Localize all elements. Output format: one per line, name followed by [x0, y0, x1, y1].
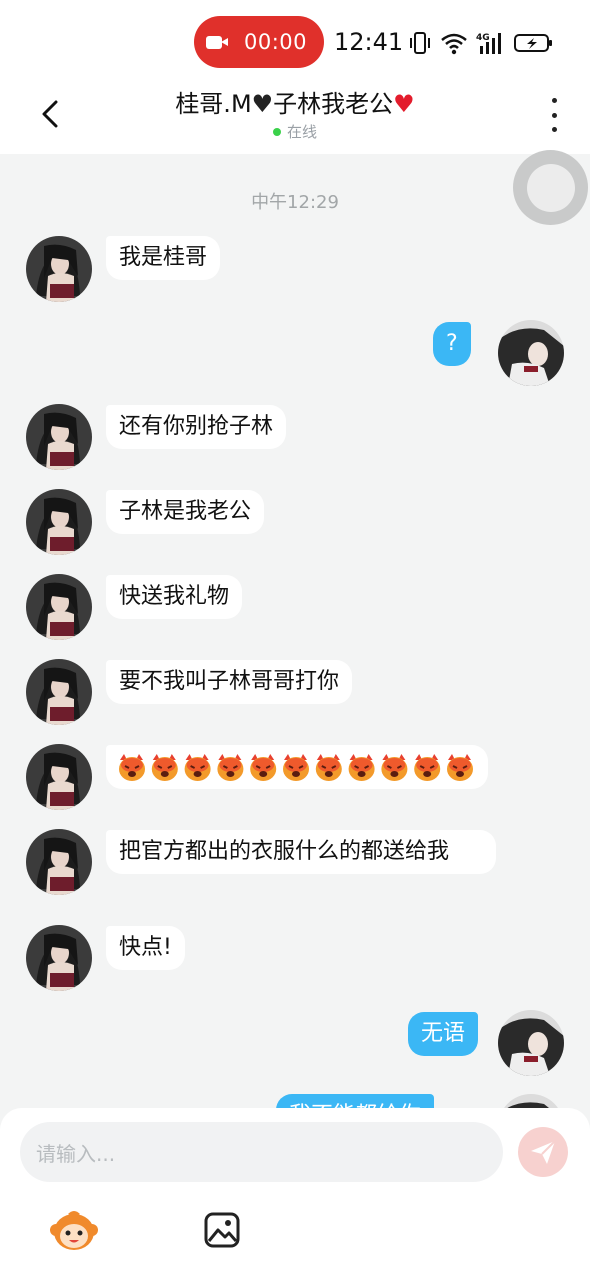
vibrate-icon: [410, 32, 430, 54]
monkey-mascot-icon[interactable]: [50, 1208, 98, 1252]
recording-timer: 00:00: [244, 30, 308, 54]
angry-face-emoji-row: [119, 754, 473, 781]
composer-panel: 请输入...: [0, 1108, 590, 1280]
angry-face-emoji: [447, 754, 473, 781]
contact-avatar[interactable]: [26, 659, 92, 725]
send-button[interactable]: [518, 1127, 568, 1177]
message-bubble-incoming[interactable]: 还有你别抢子林: [106, 405, 287, 449]
message-bubble-incoming[interactable]: 子林是我老公: [106, 490, 265, 534]
status-clock: 12:41: [334, 28, 404, 56]
message-timestamp: 中午12:29: [251, 192, 339, 213]
presence-status: 在线: [272, 121, 317, 142]
online-dot: [272, 127, 281, 136]
my-avatar[interactable]: [498, 320, 564, 386]
image-picker-icon[interactable]: [203, 1211, 241, 1249]
chat-header: 桂哥.M♥子林我老公♥ 在线: [0, 78, 590, 154]
contact-avatar[interactable]: [26, 925, 92, 991]
contact-avatar[interactable]: [26, 489, 92, 555]
contact-name[interactable]: 桂哥.M♥子林我老公♥: [0, 84, 590, 119]
video-camera-icon: [206, 34, 230, 50]
angry-face-emoji: [414, 754, 441, 781]
angry-face-emoji: [315, 754, 342, 781]
battery-charging-icon: [514, 34, 552, 52]
screen-recording-indicator[interactable]: 00:00: [194, 16, 324, 68]
contact-name-part2: 子林我老公: [273, 90, 394, 118]
angry-face-emoji: [184, 754, 211, 781]
contact-avatar[interactable]: [26, 404, 92, 470]
contact-name-part1: 桂哥.M: [175, 90, 252, 118]
presence-label: 在线: [286, 123, 317, 141]
black-heart-emoji: ♥: [251, 90, 274, 118]
status-bar: 00:00 12:41 4G: [0, 0, 590, 78]
message-bubble-incoming[interactable]: 把官方都出的衣服什么的都送给我: [106, 830, 496, 874]
contact-avatar[interactable]: [26, 574, 92, 640]
contact-avatar[interactable]: [26, 236, 92, 302]
contact-avatar[interactable]: [26, 744, 92, 810]
message-bubble-incoming[interactable]: 我是桂哥: [106, 236, 221, 280]
status-icons: 4G: [408, 30, 554, 56]
contact-avatar[interactable]: [26, 829, 92, 895]
angry-face-emoji: [217, 754, 244, 781]
wifi-icon: [441, 33, 467, 55]
angry-face-emoji: [381, 754, 408, 781]
cellular-signal-icon: 4G: [476, 33, 501, 54]
red-heart-emoji: ♥: [393, 90, 415, 118]
message-bubble-incoming[interactable]: 要不我叫子林哥哥打你: [106, 660, 353, 704]
message-input[interactable]: 请输入...: [20, 1122, 503, 1182]
more-vertical-icon[interactable]: [546, 98, 562, 132]
angry-face-emoji: [151, 754, 178, 781]
message-bubble-outgoing[interactable]: 无语: [408, 1012, 479, 1056]
angry-face-emoji: [119, 754, 145, 781]
paper-plane-icon: [531, 1140, 556, 1164]
angry-face-emoji: [348, 754, 375, 781]
angry-face-emoji: [283, 754, 309, 781]
network-type-label: 4G: [476, 33, 490, 43]
message-bubble-incoming[interactable]: 快送我礼物: [106, 575, 243, 619]
message-bubble-outgoing[interactable]: ?: [433, 322, 471, 366]
my-avatar[interactable]: [498, 1010, 564, 1076]
message-bubble-incoming[interactable]: [106, 745, 488, 789]
angry-face-emoji: [250, 754, 277, 781]
chat-title-block: 桂哥.M♥子林我老公♥ 在线: [0, 84, 590, 142]
message-bubble-incoming[interactable]: 快点!: [106, 926, 185, 970]
